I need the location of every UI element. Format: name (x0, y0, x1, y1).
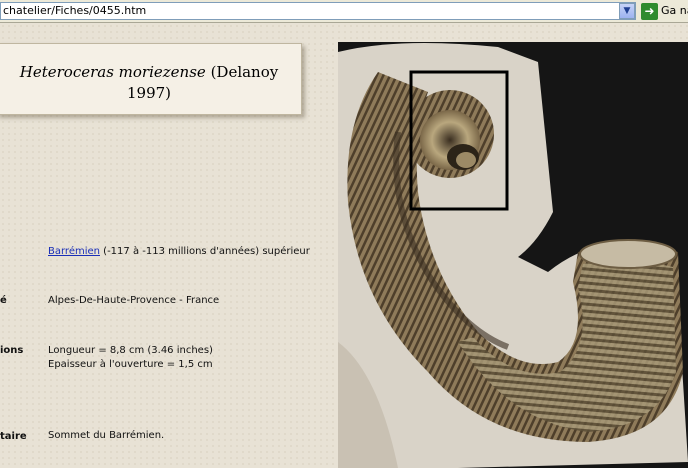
length-value: Longueur = 8,8 cm (3.46 inches) (48, 345, 213, 356)
species-name: Heteroceras moriezense (19, 63, 206, 81)
go-button-label[interactable]: Ga na (661, 4, 688, 17)
age-value: Barrémien (-117 à -113 millions d'années… (48, 245, 310, 259)
address-bar: chatelier/Fiches/0455.htm ▼ ➜ Ga na (0, 0, 688, 23)
locality-label: é (0, 295, 7, 306)
address-input[interactable]: chatelier/Fiches/0455.htm (0, 2, 636, 20)
comment-label: taire (0, 431, 27, 442)
fossil-photo (338, 42, 688, 468)
address-dropdown-icon[interactable]: ▼ (619, 3, 635, 19)
species-author: (Delanoy (205, 63, 279, 81)
age-link[interactable]: Barrémien (48, 246, 100, 257)
species-year: 1997) (126, 84, 172, 102)
species-title-box: Heteroceras moriezense (Delanoy 1997) (0, 43, 302, 115)
comment-value: Sommet du Barrémien. (48, 430, 165, 441)
age-range: (-117 à -113 millions d'années) supérieu… (99, 246, 310, 257)
thickness-value: Epaisseur à l'ouverture = 1,5 cm (48, 359, 213, 370)
dimensions-label: ions (0, 345, 24, 356)
locality-value: Alpes-De-Haute-Provence - France (48, 295, 220, 306)
go-arrow-icon[interactable]: ➜ (641, 3, 658, 20)
page-content: Heteroceras moriezense (Delanoy 1997) Ba… (0, 23, 688, 468)
